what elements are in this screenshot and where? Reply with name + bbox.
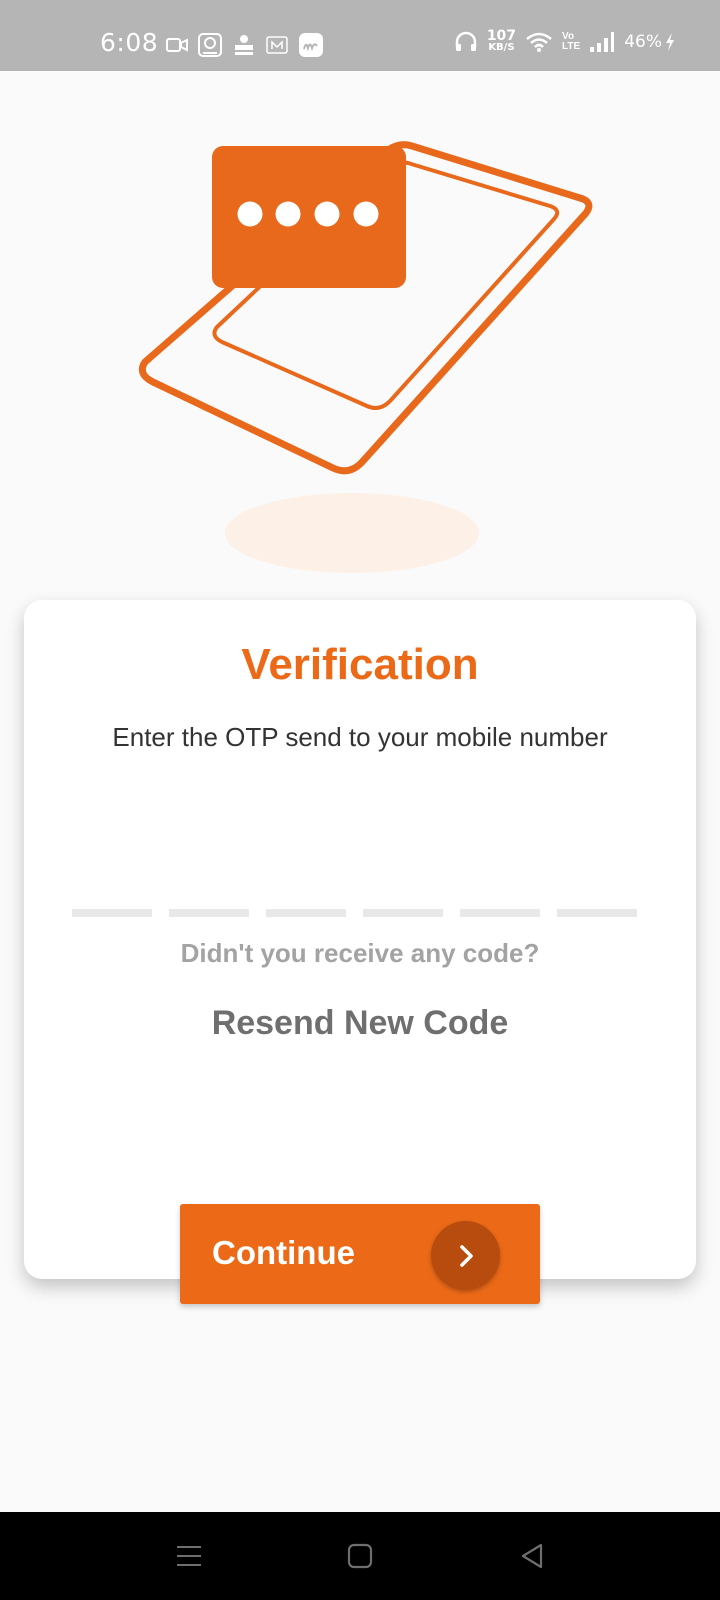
notification-icons — [166, 32, 324, 58]
charging-icon — [666, 33, 674, 51]
app-icon — [198, 33, 222, 57]
continue-button[interactable]: Continue — [180, 1204, 540, 1304]
otp-digit-6[interactable] — [557, 887, 637, 917]
otp-digit-2[interactable] — [169, 887, 249, 917]
resend-code-link[interactable]: Resend New Code — [0, 1004, 720, 1043]
wifi-icon — [526, 32, 552, 52]
signal-icon — [590, 32, 615, 52]
otp-instruction: Enter the OTP send to your mobile number — [112, 722, 608, 752]
page-title: Verification — [241, 640, 479, 689]
otp-digit-3[interactable] — [266, 887, 346, 917]
volte-bottom: LTE — [562, 41, 581, 52]
continue-button-label: Continue — [212, 1234, 355, 1271]
illustration-shadow — [225, 493, 479, 573]
network-speed: 107 KB/S — [486, 28, 517, 54]
home-icon[interactable] — [343, 1540, 377, 1572]
otp-phone-illustration — [138, 141, 593, 573]
menu-icon[interactable] — [172, 1540, 206, 1572]
battery-level: 46% — [624, 32, 662, 52]
m-icon — [266, 36, 288, 54]
back-icon[interactable] — [515, 1540, 549, 1572]
system-navigation-bar — [0, 1512, 720, 1600]
status-time: 6:08 — [100, 28, 159, 57]
resend-question: Didn't you receive any code? — [180, 938, 540, 968]
otp-message-bubble-icon — [212, 146, 406, 288]
otp-digit-4[interactable] — [363, 887, 443, 917]
chevron-right-icon — [431, 1221, 500, 1290]
otp-input-group — [72, 887, 637, 917]
my-app-icon — [299, 33, 323, 57]
video-call-icon — [166, 38, 188, 52]
network-speed-unit: KB/S — [488, 42, 515, 53]
otp-digit-5[interactable] — [460, 887, 540, 917]
network-speed-value: 107 — [486, 28, 517, 44]
volte-indicator: Vo LTE — [562, 32, 580, 52]
app-icon-2 — [235, 35, 253, 55]
otp-digit-1[interactable] — [72, 887, 152, 917]
headphones-icon — [455, 31, 477, 51]
status-bar: 6:08 107 KB/S Vo LTE 46% — [0, 0, 720, 71]
battery-indicator: 46% — [624, 32, 676, 52]
system-icons: 107 KB/S Vo LTE 46% — [454, 28, 676, 54]
